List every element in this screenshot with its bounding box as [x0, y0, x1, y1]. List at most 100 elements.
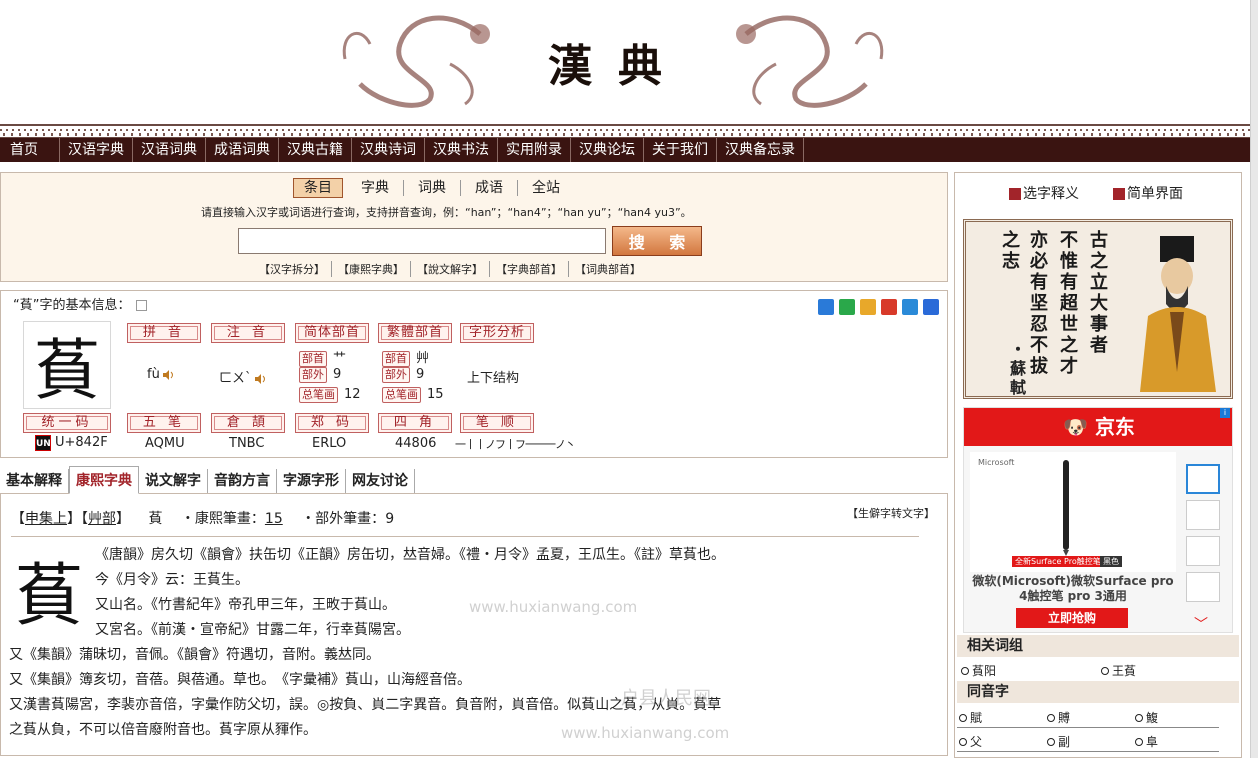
share-qzone-icon[interactable] — [860, 299, 876, 315]
search-tab-chengyu[interactable]: 成语 — [461, 180, 518, 196]
nav-luntan[interactable]: 汉典论坛 — [571, 138, 644, 162]
nav-cidian[interactable]: 汉语词典 — [133, 138, 206, 162]
homophone-title: 同音字 — [957, 681, 1239, 703]
structure-value: 上下结构 — [467, 371, 520, 386]
search-button[interactable]: 搜 索 — [612, 226, 702, 256]
bullet-icon — [1135, 737, 1143, 746]
share-add-icon[interactable] — [818, 299, 834, 315]
link-kangxi[interactable]: 【康熙字典】 — [332, 261, 411, 277]
jd-advertisement[interactable]: 🐶 京东 i Microsoft 全新Surface Pro触控笔 黑色 微软(… — [963, 407, 1233, 633]
homophone-item[interactable]: 賦 — [959, 709, 982, 726]
homophone-item[interactable]: 副 — [1047, 733, 1070, 750]
tab-shuowen[interactable]: 说文解字 — [139, 469, 208, 493]
ad-buy-button[interactable]: 立即抢购 — [1016, 608, 1128, 628]
simp-total-row: 总笔画 12 — [299, 387, 361, 403]
right-sidebar: 选字释义 简单界面 古之立大事者 不惟有超世之才 亦必有坚忍不拔 之志 ・蘇軾 … — [954, 172, 1242, 758]
link-chaifen[interactable]: 【汉字拆分】 — [253, 261, 332, 277]
ad-product-image[interactable]: Microsoft — [970, 452, 1176, 572]
kangxi-char: 萯 — [148, 511, 163, 527]
homophone-item[interactable]: 鰒 — [1135, 709, 1158, 726]
rare-char-convert-link[interactable]: 【生僻字转文字】 — [847, 505, 935, 521]
nav-fulu[interactable]: 实用附录 — [498, 138, 571, 162]
nav-zidian[interactable]: 汉语字典 — [60, 138, 133, 162]
mini-label-outside: 部外 — [299, 367, 327, 383]
content-tabs: 基本解释 康熙字典 说文解字 音韵方言 字源字形 网友讨论 — [0, 466, 948, 494]
print-icon[interactable] — [136, 300, 148, 311]
related-item[interactable]: 王萯 — [1101, 662, 1136, 679]
nav-shufa[interactable]: 汉典书法 — [425, 138, 498, 162]
homophone-text: 副 — [1058, 735, 1071, 749]
simp-radical-row: 部首艹 — [299, 347, 346, 367]
ad-description[interactable]: 微软(Microsoft)微软Surface pro 4触控笔 pro 3通用 — [968, 574, 1178, 604]
kangxi-ji-link[interactable]: 申集上 — [25, 511, 67, 527]
speaker-icon[interactable] — [254, 373, 266, 385]
search-tab-zidian[interactable]: 字典 — [347, 180, 404, 196]
kangxi-bu-link[interactable]: 艸部 — [88, 511, 116, 527]
nav-guji[interactable]: 汉典古籍 — [279, 138, 352, 162]
search-tab-cidian[interactable]: 词典 — [404, 180, 461, 196]
nav-shici[interactable]: 汉典诗词 — [352, 138, 425, 162]
kangxi-line: 今《月令》云：王萯生。 — [95, 572, 249, 588]
simp-radical-value: 艹 — [333, 351, 347, 366]
cangjie-value: TNBC — [229, 436, 265, 451]
su-shi-portrait-icon — [1140, 236, 1216, 392]
link-zidian-bushou[interactable]: 【字典部首】 — [490, 261, 569, 277]
link-xuanzi-shiyi[interactable]: 选字释义 — [1009, 183, 1079, 203]
ad-info-icon[interactable]: i — [1220, 408, 1230, 418]
search-input[interactable] — [238, 228, 606, 254]
nav-about[interactable]: 关于我们 — [644, 138, 717, 162]
homophone-text: 鰒 — [1146, 711, 1159, 725]
share-qq-icon[interactable] — [902, 299, 918, 315]
ad-thumbnail[interactable] — [1186, 572, 1220, 602]
tab-kangxi[interactable]: 康熙字典 — [69, 466, 139, 494]
basic-info-title: “萯”字的基本信息： — [13, 294, 148, 313]
link-shuowen[interactable]: 【說文解字】 — [411, 261, 490, 277]
square-icon — [1113, 188, 1125, 200]
stylus-pen-icon — [1063, 460, 1069, 556]
link-cidian-bushou[interactable]: 【词典部首】 — [569, 261, 647, 277]
tab-basic[interactable]: 基本解释 — [0, 469, 69, 493]
kangxi-char-glyph: 萯 — [15, 557, 84, 636]
basic-info-panel: “萯”字的基本信息： 萯 拼 音 注 音 简体部首 繁體部首 字形分析 fù ㄈ… — [0, 290, 948, 458]
nav-home[interactable]: 首页 — [0, 138, 60, 162]
search-panel: 条目 字典 词典 成语 全站 请直接输入汉字或词语进行查询，支持拼音查询，例：“… — [0, 172, 948, 282]
site-header: 漢典 — [0, 0, 1250, 124]
trad-radical-value: 艸 — [416, 351, 430, 366]
homophone-item[interactable]: 父 — [959, 733, 982, 750]
zhuyin-value: ㄈㄨˋ — [219, 367, 266, 386]
page-scrollbar[interactable] — [1250, 0, 1258, 758]
tab-taolun[interactable]: 网友讨论 — [346, 469, 415, 493]
bracket: 】【 — [67, 511, 88, 527]
share-weibo-icon[interactable] — [881, 299, 897, 315]
search-tab-quanzhan[interactable]: 全站 — [518, 180, 574, 196]
homophone-text: 父 — [970, 735, 983, 749]
nav-chengyu[interactable]: 成语词典 — [206, 138, 279, 162]
share-renren-icon[interactable] — [923, 299, 939, 315]
homophone-item[interactable]: 阜 — [1135, 733, 1158, 750]
simp-outside-value: 9 — [333, 367, 342, 382]
tab-yinyun[interactable]: 音韵方言 — [208, 469, 277, 493]
wubi-value: AQMU — [145, 436, 185, 451]
ad-thumbnail[interactable] — [1186, 464, 1220, 494]
ad-thumbnail[interactable] — [1186, 500, 1220, 530]
header-fret-border — [0, 124, 1250, 138]
kangxi-header: 【申集上】【艸部】 萯 ・康熙筆畫：15 ・部外筆畫：9 — [11, 508, 394, 528]
related-item[interactable]: 萯阳 — [961, 662, 996, 679]
ad-banner[interactable]: 🐶 京东 — [964, 408, 1232, 446]
label-trad-radical: 繁體部首 — [378, 323, 452, 343]
speaker-icon[interactable] — [162, 369, 174, 381]
tab-ziyuan[interactable]: 字源字形 — [277, 469, 346, 493]
homophone-item[interactable]: 賻 — [1047, 709, 1070, 726]
ad-thumbnail[interactable] — [1186, 536, 1220, 566]
share-icons — [818, 299, 939, 315]
quote-column: 不惟有超世之才 — [1060, 230, 1078, 377]
share-wechat-icon[interactable] — [839, 299, 855, 315]
chevron-down-icon[interactable]: ﹀ — [1194, 614, 1208, 632]
kangxi-line: 又《集韻》蒲昧切，音佩。《韻會》符遇切，音附。義𠀤同。 — [9, 647, 380, 663]
simp-outside-row: 部外 9 — [299, 367, 341, 383]
search-tab-tiaomu[interactable]: 条目 — [293, 178, 343, 198]
main-nav: 首页 汉语字典 汉语词典 成语词典 汉典古籍 汉典诗词 汉典书法 实用附录 汉典… — [0, 138, 1250, 162]
link-simple-ui[interactable]: 简单界面 — [1113, 183, 1183, 203]
kangxi-strokes-value[interactable]: 15 — [265, 511, 283, 527]
nav-memo[interactable]: 汉典备忘录 — [717, 138, 804, 162]
